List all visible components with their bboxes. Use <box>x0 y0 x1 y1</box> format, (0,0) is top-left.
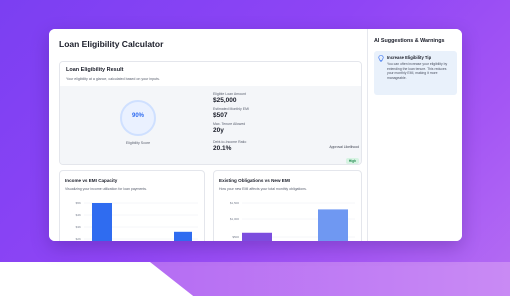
y-tick-label: $3K <box>76 225 81 229</box>
result-card-title: Loan Eligibility Result <box>66 67 124 73</box>
metric-value: $507 <box>213 112 228 119</box>
metric-debt-to-income: Debt-to-Income Ratio 20.1% <box>213 140 246 152</box>
page-bottom-accent <box>150 262 510 296</box>
y-tick-label: $1,000 <box>230 217 240 221</box>
main-panel: Loan Eligibility Calculator Loan Eligibi… <box>49 29 367 241</box>
obligations-chart-title: Existing Obligations vs New EMI <box>219 178 290 183</box>
tip-title: Increase Eligibility Tip <box>387 55 432 60</box>
lightbulb-icon <box>378 55 384 62</box>
metric-value: $25,000 <box>213 97 237 104</box>
tip-body: You can often increase your eligibility … <box>387 62 448 80</box>
y-tick-label: $1,500 <box>230 201 240 205</box>
income-vs-emi-card: Income vs EMI Capacity Visualizing your … <box>59 170 205 241</box>
metric-eligible-loan-amount: Eligible Loan Amount $25,000 <box>213 92 246 104</box>
eligibility-score-ring: 90% <box>120 100 156 136</box>
sidebar-title: AI Suggestions & Warnings <box>374 38 445 44</box>
chart-bar <box>92 203 112 241</box>
obligations-vs-emi-card: Existing Obligations vs New EMI How your… <box>213 170 362 241</box>
income-chart-subtitle: Visualizing your income utilization for … <box>65 187 148 191</box>
chart-bar <box>242 232 272 241</box>
approval-likelihood-label: Approval Likelihood <box>329 145 359 149</box>
metric-value: 20y <box>213 127 224 134</box>
result-card-body: 90% Eligibility Score Eligible Loan Amou… <box>60 86 361 164</box>
eligibility-score-label: Eligibility Score <box>125 141 151 145</box>
metric-label: Debt-to-Income Ratio <box>213 140 247 144</box>
suggestions-sidebar: AI Suggestions & Warnings Increase Eligi… <box>367 29 462 241</box>
metric-max-tenure: Max. Tenure Allowed 20y <box>213 122 245 134</box>
income-vs-emi-chart: $5K $4K $3K $2K <box>76 201 198 241</box>
eligibility-score-value: 90% <box>131 113 144 119</box>
y-tick-label: $500 <box>232 235 239 239</box>
chart-bar <box>318 209 348 241</box>
y-tick-label: $2K <box>76 237 81 241</box>
approval-likelihood-badge: High <box>345 158 359 164</box>
result-card-subtitle: Your eligibility at a glance, calculated… <box>66 77 160 81</box>
chart-bar <box>174 231 192 241</box>
result-card-header: Loan Eligibility Result Your eligibility… <box>60 62 361 86</box>
income-chart-title: Income vs EMI Capacity <box>65 178 118 183</box>
metric-label: Max. Tenure Allowed <box>213 122 246 126</box>
metric-label: Estimated Monthly EMI <box>213 107 249 111</box>
metric-estimated-monthly-emi: Estimated Monthly EMI $507 <box>213 107 249 119</box>
eligibility-result-card: Loan Eligibility Result Your eligibility… <box>59 61 362 165</box>
metric-value: 20.1% <box>213 145 232 152</box>
app-window: Loan Eligibility Calculator Loan Eligibi… <box>49 29 462 241</box>
approval-likelihood: Approval Likelihood High <box>314 145 359 164</box>
page-title: Loan Eligibility Calculator <box>59 39 164 49</box>
metric-label: Eligible Loan Amount <box>213 92 246 96</box>
y-tick-label: $4K <box>76 213 81 217</box>
y-tick-label: $5K <box>76 201 81 205</box>
obligations-chart-subtitle: How your new EMI affects your total mont… <box>219 187 307 191</box>
obligations-vs-emi-chart: $1,500 $1,000 $500 <box>230 201 355 241</box>
eligibility-tip-card: Increase Eligibility Tip You can often i… <box>374 51 457 95</box>
